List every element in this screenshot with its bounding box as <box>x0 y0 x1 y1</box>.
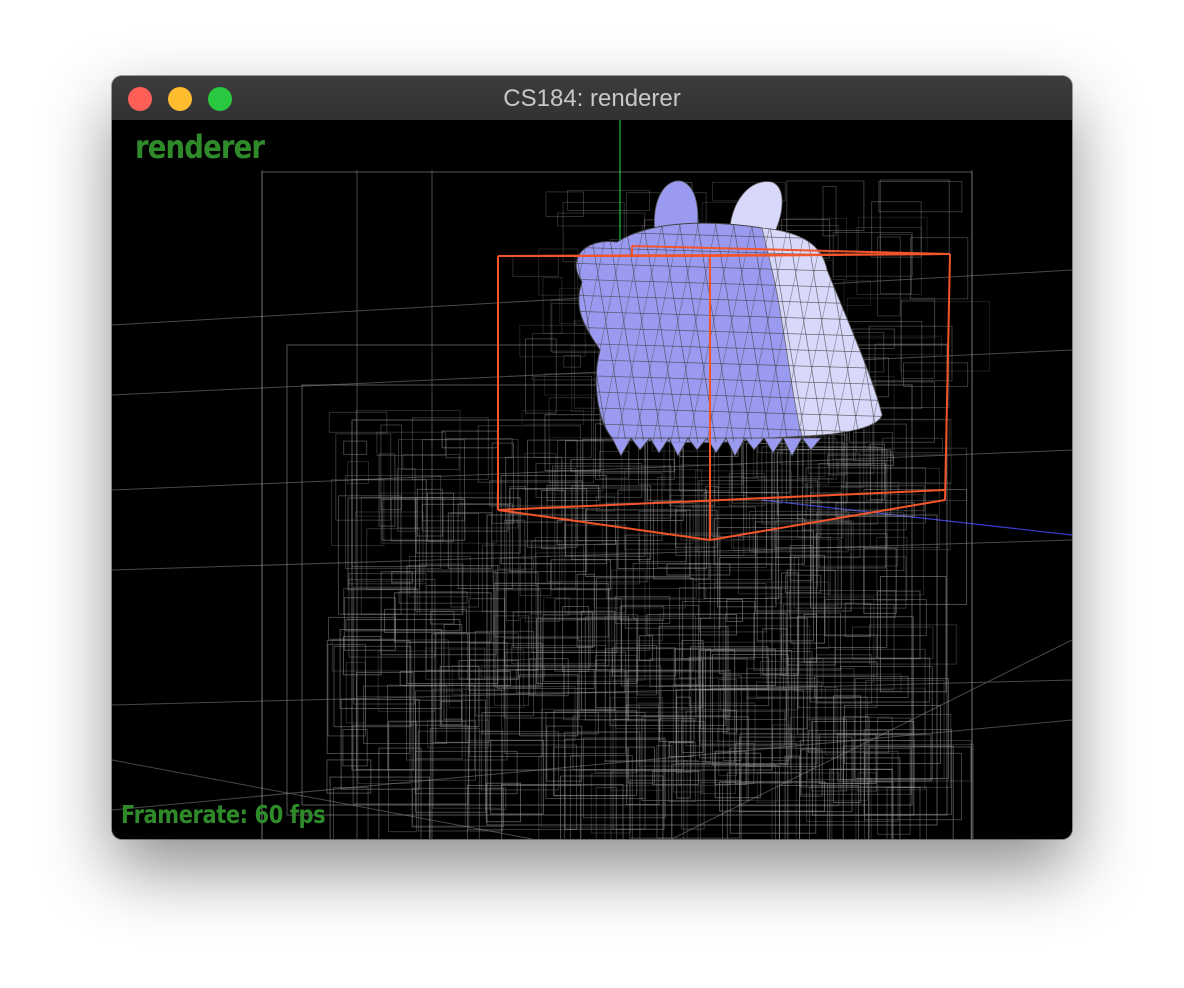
bvh-node-box <box>409 556 472 598</box>
bvh-node-box <box>563 355 581 368</box>
bvh-node-box <box>393 592 492 643</box>
bvh-node-box <box>803 613 817 663</box>
bvh-node-box <box>378 747 422 839</box>
bvh-node-box <box>343 440 368 455</box>
bvh-node-box <box>910 237 969 300</box>
bvh-node-box <box>784 755 801 839</box>
bvh-node-box <box>858 216 928 254</box>
bvh-node-box <box>689 563 772 580</box>
bvh-node-box <box>543 373 601 396</box>
bvh-node-box <box>556 212 646 227</box>
bvh-node-box <box>882 437 943 454</box>
scene-canvas[interactable] <box>112 120 1072 839</box>
bvh-node-box <box>837 460 887 474</box>
bvh-node-box <box>585 509 691 577</box>
bvh-node-box <box>329 776 430 839</box>
bvh-node-box <box>331 479 385 547</box>
bvh-node-box <box>562 606 590 672</box>
bvh-node-box <box>705 485 719 502</box>
cow-mesh <box>575 180 883 457</box>
bvh-node-box <box>343 588 418 615</box>
bvh-node-box <box>567 189 651 211</box>
bvh-node-box <box>790 716 893 770</box>
bvh-node-box <box>698 583 767 633</box>
bvh-node-box <box>417 730 504 832</box>
bvh-node-box <box>868 781 894 839</box>
bvh-node-box <box>521 410 585 425</box>
bvh-node-box <box>345 662 367 724</box>
bvh-node-box <box>355 410 461 517</box>
bvh-node-box <box>779 785 859 839</box>
bvh-node-box <box>903 362 969 387</box>
bvh-node-box <box>416 488 443 537</box>
bvh-node-box <box>901 299 935 379</box>
bvh-node-box <box>430 610 455 625</box>
bvh-node-box <box>412 417 489 480</box>
bvh-node-box <box>402 454 460 470</box>
grid-line <box>112 349 1072 396</box>
bvh-node-box <box>538 755 582 839</box>
bvh-node-box <box>355 511 424 582</box>
framerate-readout: Framerate: 60 fps <box>121 800 326 829</box>
bvh-node-box <box>851 626 934 660</box>
bvh-node-box <box>540 619 591 668</box>
bvh-node-box <box>806 718 855 781</box>
bvh-node-box <box>544 414 602 472</box>
bvh-node-box <box>376 431 447 456</box>
bvh-node-box <box>808 786 927 839</box>
bvh-node-box <box>348 573 427 585</box>
bvh-node-box <box>512 254 559 277</box>
bvh-node-box <box>328 411 388 433</box>
bvh-node-box <box>868 325 953 382</box>
bvh-node-box <box>863 489 968 605</box>
bvh-node-box <box>348 578 436 658</box>
bvh-node-box <box>366 528 420 590</box>
bvh-node-box <box>652 770 699 785</box>
bvh-node-box <box>865 713 952 788</box>
bvh-node-box <box>584 616 630 721</box>
bvh-node-box <box>328 616 396 640</box>
bvh-node-box <box>786 180 865 231</box>
bvh-node-box <box>754 521 852 612</box>
bvh-node-box <box>511 644 606 665</box>
bvh-node-box <box>879 233 912 295</box>
bvh-node-box <box>519 324 586 358</box>
bvh-node-box <box>333 787 369 839</box>
bvh-node-box <box>531 540 618 653</box>
bvh-node-box <box>870 467 940 548</box>
bvh-node-box <box>411 721 466 828</box>
bvh-node-box <box>729 747 817 834</box>
bvh-node-box <box>886 787 921 839</box>
render-viewport[interactable]: renderer Framerate: 60 fps <box>112 120 1072 839</box>
app-window: CS184: renderer renderer Framerate: 60 f… <box>112 76 1072 839</box>
title-bar[interactable]: CS184: renderer <box>112 76 1072 121</box>
renderer-label: renderer <box>135 128 265 166</box>
bvh-node-box <box>765 596 875 683</box>
window-title: CS184: renderer <box>503 85 681 112</box>
